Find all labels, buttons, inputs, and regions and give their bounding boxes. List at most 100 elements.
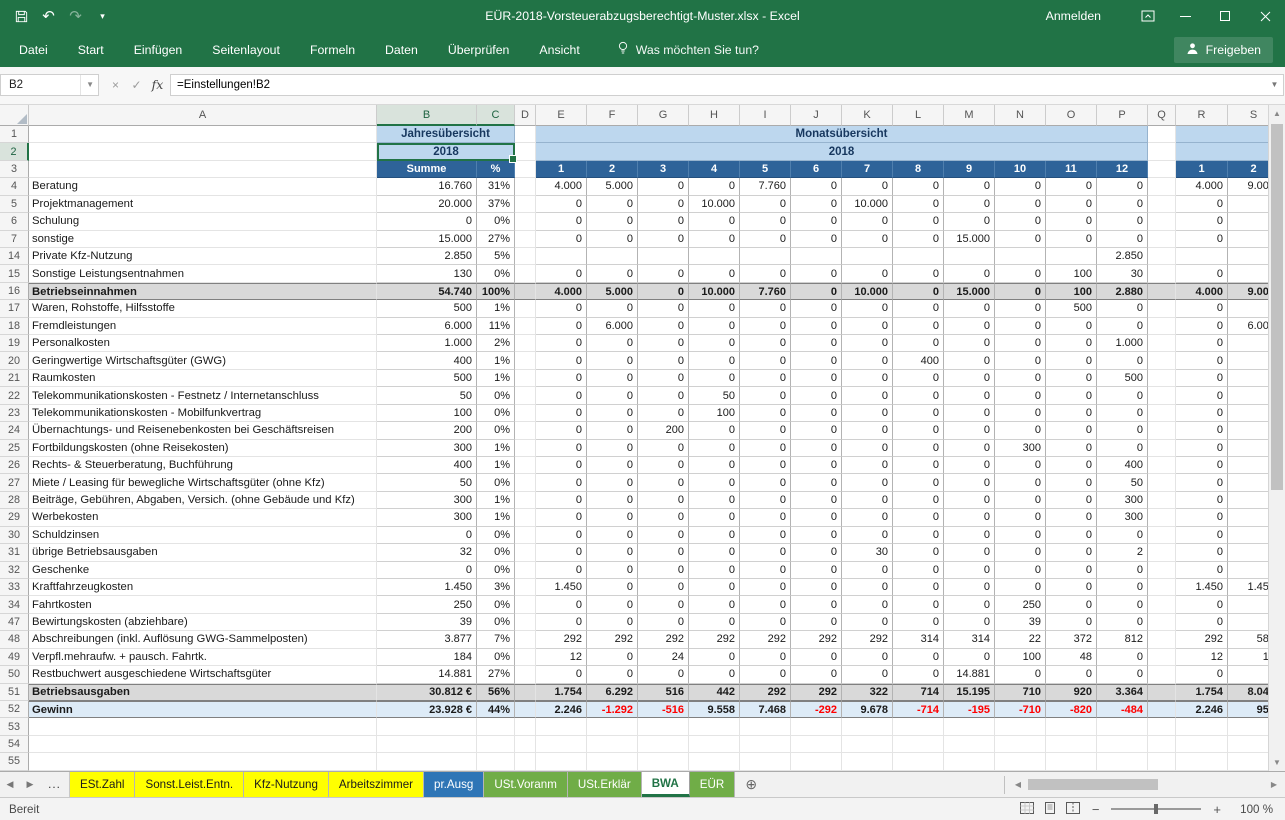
month-cell[interactable]: 0 — [842, 596, 893, 613]
cumulative-cell[interactable] — [1228, 718, 1268, 735]
cumulative-cell[interactable]: 0 — [1176, 405, 1228, 422]
month-cell[interactable]: 0 — [944, 178, 995, 195]
month-cell[interactable]: 0 — [791, 457, 842, 474]
customize-quick-access-icon[interactable]: ▾ — [89, 2, 116, 30]
month-cell[interactable]: 0 — [740, 213, 791, 230]
month-cell[interactable]: 0 — [1097, 579, 1148, 596]
month-cell[interactable]: 292 — [740, 631, 791, 648]
hscroll-right-icon[interactable]: ▶ — [1266, 780, 1282, 789]
month-cell[interactable] — [638, 248, 689, 265]
cumulative-cell[interactable]: 0 — [1176, 422, 1228, 439]
cell[interactable] — [1148, 666, 1176, 683]
cumulative-cell[interactable]: 8.046 — [1228, 684, 1268, 701]
sheet-tab-ust.erklär[interactable]: USt.Erklär — [568, 772, 642, 797]
month-cell[interactable]: 0 — [842, 492, 893, 509]
month-cell[interactable]: 0 — [689, 352, 740, 369]
month-cell[interactable]: 0 — [536, 196, 587, 213]
row-label[interactable]: Betriebseinnahmen — [29, 283, 377, 300]
cancel-icon[interactable]: × — [105, 78, 126, 92]
month-cell[interactable] — [1046, 248, 1097, 265]
month-cell[interactable]: 0 — [536, 318, 587, 335]
month-cell[interactable]: 0 — [638, 335, 689, 352]
month-cell[interactable] — [536, 736, 587, 753]
row-header-1[interactable]: 1 — [0, 126, 29, 143]
month-cell[interactable]: 0 — [1046, 196, 1097, 213]
month-cell[interactable] — [1097, 718, 1148, 735]
row-label[interactable] — [29, 736, 377, 753]
month-cell[interactable]: 0 — [689, 579, 740, 596]
cell[interactable] — [1148, 283, 1176, 300]
month-cell[interactable]: 0 — [995, 666, 1046, 683]
month-cell[interactable]: 10.000 — [689, 283, 740, 300]
month-cell[interactable]: 48 — [1046, 649, 1097, 666]
row-header-30[interactable]: 30 — [0, 527, 29, 544]
column-header-N[interactable]: N — [995, 105, 1046, 126]
pct-cell[interactable]: 1% — [477, 492, 515, 509]
redo-icon[interactable]: ↷ — [62, 2, 89, 30]
row-header-23[interactable]: 23 — [0, 405, 29, 422]
pct-cell[interactable]: 0% — [477, 265, 515, 282]
month-cell[interactable]: 15.000 — [944, 231, 995, 248]
month-cell[interactable]: 0 — [1046, 509, 1097, 526]
month-cell[interactable]: 0 — [893, 335, 944, 352]
month-cell[interactable]: 0 — [944, 370, 995, 387]
row-header-27[interactable]: 27 — [0, 474, 29, 491]
cell[interactable] — [29, 126, 377, 143]
row-header-32[interactable]: 32 — [0, 562, 29, 579]
month-cell[interactable]: 0 — [1097, 196, 1148, 213]
cell[interactable] — [1148, 527, 1176, 544]
month-cell[interactable]: 100 — [1046, 265, 1097, 282]
month-cell[interactable]: 0 — [842, 666, 893, 683]
month-cell[interactable]: 0 — [791, 492, 842, 509]
zoom-slider-thumb[interactable] — [1154, 804, 1158, 814]
month-cell[interactable]: 0 — [587, 335, 638, 352]
month-cell[interactable]: 300 — [1097, 492, 1148, 509]
sum-cell[interactable]: 23.928 € — [377, 701, 477, 718]
month-cell[interactable]: 0 — [791, 265, 842, 282]
pct-cell[interactable]: 100% — [477, 283, 515, 300]
cumulative-cell[interactable]: 0 — [1228, 614, 1268, 631]
month-cell[interactable]: 0 — [689, 422, 740, 439]
pct-cell[interactable]: 5% — [477, 248, 515, 265]
cell[interactable] — [1148, 509, 1176, 526]
month-cell[interactable]: 0 — [638, 352, 689, 369]
cell[interactable] — [1148, 649, 1176, 666]
cumulative-cell[interactable]: 12 — [1176, 649, 1228, 666]
pct-cell[interactable]: 1% — [477, 457, 515, 474]
month-cell[interactable]: 0 — [740, 492, 791, 509]
month-cell[interactable]: 0 — [791, 649, 842, 666]
month-cell[interactable]: 0 — [944, 527, 995, 544]
sum-cell[interactable]: 3.877 — [377, 631, 477, 648]
cumulative-cell[interactable]: 9.000 — [1228, 178, 1268, 195]
sheet-tab-pr.ausg[interactable]: pr.Ausg — [424, 772, 484, 797]
cell[interactable] — [1148, 718, 1176, 735]
month-cell[interactable]: 0 — [638, 544, 689, 561]
row-label[interactable]: Werbekosten — [29, 509, 377, 526]
month-header-8[interactable]: 8 — [893, 161, 944, 178]
pct-cell[interactable]: 11% — [477, 318, 515, 335]
month-cell[interactable]: 0 — [791, 614, 842, 631]
cell[interactable] — [515, 213, 536, 230]
cumulative-cell[interactable] — [1228, 248, 1268, 265]
cell[interactable] — [1148, 387, 1176, 404]
month-cell[interactable]: 0 — [638, 178, 689, 195]
month-cell[interactable]: 292 — [842, 631, 893, 648]
month-cell[interactable]: -292 — [791, 701, 842, 718]
month-cell[interactable] — [893, 736, 944, 753]
month-cell[interactable]: 0 — [791, 596, 842, 613]
row-header-49[interactable]: 49 — [0, 649, 29, 666]
cumulative-cell[interactable] — [1228, 736, 1268, 753]
month-cell[interactable]: 0 — [1046, 178, 1097, 195]
month-cell[interactable]: 0 — [1046, 457, 1097, 474]
month-cell[interactable]: 0 — [638, 318, 689, 335]
month-cell[interactable] — [791, 248, 842, 265]
month-cell[interactable]: 0 — [1097, 666, 1148, 683]
month-cell[interactable]: 0 — [638, 509, 689, 526]
month-cell[interactable]: 0 — [740, 457, 791, 474]
sum-cell[interactable]: 6.000 — [377, 318, 477, 335]
hscroll-left-icon[interactable]: ◀ — [1010, 780, 1026, 789]
cumulative-cell[interactable]: 0 — [1176, 457, 1228, 474]
horizontal-scrollbar-thumb[interactable] — [1028, 779, 1158, 790]
month-cell[interactable]: 0 — [638, 457, 689, 474]
vertical-scrollbar-thumb[interactable] — [1271, 124, 1283, 490]
